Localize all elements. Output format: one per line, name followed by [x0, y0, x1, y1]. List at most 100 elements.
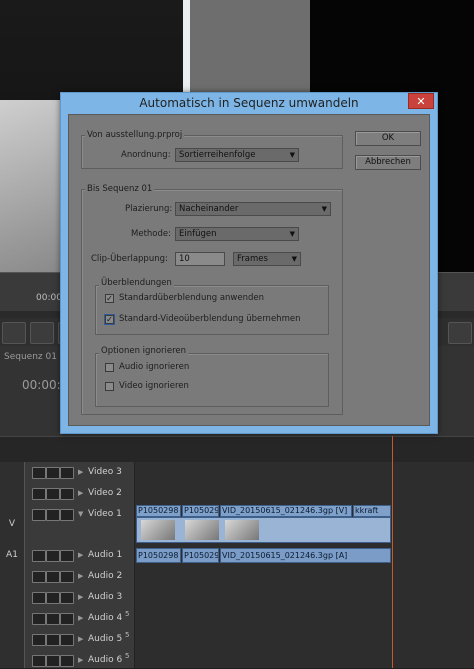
ok-button[interactable]: OK: [355, 131, 421, 146]
eye-icon[interactable]: [32, 488, 46, 500]
lock-icon[interactable]: [46, 613, 60, 625]
collapse-icon[interactable]: ▼: [78, 510, 83, 518]
ignore-group-legend: Optionen ignorieren: [99, 346, 189, 356]
expand-icon[interactable]: ▶: [78, 656, 83, 664]
expand-icon[interactable]: ▶: [78, 572, 83, 580]
expand-icon[interactable]: ▶: [78, 551, 83, 559]
lock-icon[interactable]: [46, 509, 60, 521]
sync-icon[interactable]: [60, 634, 74, 646]
audio-clip[interactable]: VID_20150615_021246.3gp [A]: [220, 548, 391, 563]
sync-icon[interactable]: [60, 467, 74, 479]
expand-icon[interactable]: ▶: [78, 489, 83, 497]
speaker-icon[interactable]: [32, 613, 46, 625]
speaker-icon[interactable]: [32, 571, 46, 583]
timeline-ruler[interactable]: [0, 436, 474, 463]
lock-icon[interactable]: [46, 592, 60, 604]
track-video3: ▶ Video 3: [0, 462, 474, 484]
track-tag: [0, 650, 25, 668]
video-clip[interactable]: P105029: [182, 505, 219, 517]
eye-icon[interactable]: [32, 467, 46, 479]
sync-icon[interactable]: [60, 571, 74, 583]
sequence-timecode[interactable]: 00:00:: [22, 378, 61, 392]
track-audio4: ▶ Audio 4 5: [0, 608, 474, 630]
track-tag: [0, 483, 25, 504]
sequence-tab[interactable]: Sequenz 01: [4, 352, 57, 362]
track-audio2: ▶ Audio 2: [0, 566, 474, 588]
audio-ignore-label[interactable]: Audio ignorieren: [119, 362, 189, 372]
track-audio6: ▶ Audio 6 5: [0, 650, 474, 669]
track-name: Video 1: [88, 509, 122, 519]
platzierung-select[interactable]: Nacheinander ▼: [175, 202, 331, 216]
standard-transition-checkbox[interactable]: ✓: [105, 294, 114, 303]
channel-badge: 5: [125, 631, 130, 639]
lock-icon[interactable]: [46, 550, 60, 562]
track-name: Audio 4: [88, 613, 123, 623]
sync-icon[interactable]: [60, 488, 74, 500]
track-video2: ▶ Video 2: [0, 483, 474, 505]
sync-icon[interactable]: [60, 509, 74, 521]
unit-select[interactable]: Frames ▼: [233, 252, 301, 266]
dialog-title: Automatisch in Sequenz umwandeln: [139, 96, 359, 110]
track-name: Audio 2: [88, 571, 123, 581]
expand-icon[interactable]: ▶: [78, 614, 83, 622]
thumbnail: [141, 520, 175, 540]
audio-clip[interactable]: P1050298: [136, 548, 181, 563]
anordnung-select[interactable]: Sortierreihenfolge ▼: [175, 148, 299, 162]
track-name: Video 2: [88, 488, 122, 498]
toolbar-button[interactable]: [2, 322, 26, 344]
playhead-line[interactable]: [392, 436, 393, 668]
video-ignore-checkbox[interactable]: [105, 382, 114, 391]
methode-select[interactable]: Einfügen ▼: [175, 227, 299, 241]
lock-icon[interactable]: [46, 467, 60, 479]
standard-video-transition-checkbox[interactable]: ✓: [104, 314, 115, 325]
toolbar-button[interactable]: [448, 322, 472, 344]
video-clip[interactable]: kkraft: [353, 505, 391, 517]
toolbar-button[interactable]: [30, 322, 54, 344]
close-button[interactable]: ✕: [408, 93, 434, 109]
audio-clip[interactable]: P105029: [182, 548, 219, 563]
track-header: ▶ Video 3: [0, 462, 135, 483]
cancel-button[interactable]: Abbrechen: [355, 155, 421, 170]
sync-icon[interactable]: [60, 613, 74, 625]
speaker-icon[interactable]: [32, 655, 46, 667]
expand-icon[interactable]: ▶: [78, 468, 83, 476]
video-clip[interactable]: VID_20150615_021246.3gp [V]: [220, 505, 352, 517]
channel-badge: 5: [125, 652, 130, 660]
track-tag: [0, 587, 25, 608]
lock-icon[interactable]: [46, 488, 60, 500]
thumbnail: [225, 520, 259, 540]
eye-icon[interactable]: [32, 509, 46, 521]
lock-icon[interactable]: [46, 655, 60, 667]
speaker-icon[interactable]: [32, 550, 46, 562]
lock-icon[interactable]: [46, 634, 60, 646]
lock-icon[interactable]: [46, 571, 60, 583]
video-clip[interactable]: P1050298: [136, 505, 181, 517]
track-audio5: ▶ Audio 5 5: [0, 629, 474, 651]
track-header: ▶ Audio 4 5: [0, 608, 135, 629]
track-tag-v[interactable]: V: [0, 504, 25, 544]
track-header: V ▼ Video 1: [0, 504, 135, 544]
standard-transition-label[interactable]: Standardüberblendung anwenden: [119, 293, 264, 303]
thumbnail: [185, 520, 219, 540]
channel-badge: 5: [125, 610, 130, 618]
unit-value: Frames: [237, 254, 268, 264]
track-header: ▶ Audio 2: [0, 566, 135, 587]
speaker-icon[interactable]: [32, 592, 46, 604]
track-tag: [0, 566, 25, 587]
sync-icon[interactable]: [60, 655, 74, 667]
track-tag-a1[interactable]: A1: [0, 544, 25, 566]
expand-icon[interactable]: ▶: [78, 635, 83, 643]
clip-ueberlappung-input[interactable]: 10: [175, 252, 225, 266]
sync-icon[interactable]: [60, 592, 74, 604]
methode-label: Methode:: [131, 229, 171, 239]
sync-icon[interactable]: [60, 550, 74, 562]
audio-ignore-checkbox[interactable]: [105, 363, 114, 372]
expand-icon[interactable]: ▶: [78, 593, 83, 601]
platzierung-value: Nacheinander: [179, 204, 239, 214]
anordnung-value: Sortierreihenfolge: [179, 150, 256, 160]
platzierung-label: Plazierung:: [125, 204, 173, 214]
speaker-icon[interactable]: [32, 634, 46, 646]
standard-video-transition-label[interactable]: Standard-Videoüberblendung übernehmen: [119, 314, 300, 324]
clip-ueberlappung-label: Clip-Überlappung:: [91, 254, 168, 264]
video-ignore-label[interactable]: Video ignorieren: [119, 381, 189, 391]
